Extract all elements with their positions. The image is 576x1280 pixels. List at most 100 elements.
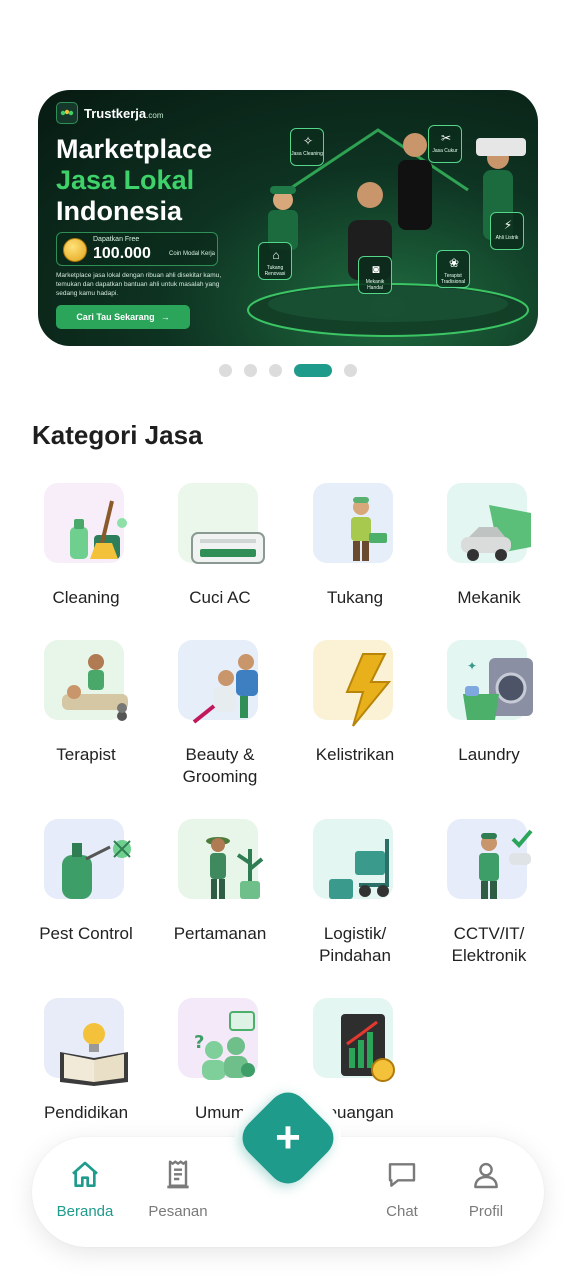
cleaning-supplies-icon	[70, 500, 127, 559]
nav-label: Beranda	[56, 1203, 114, 1220]
carousel-dot[interactable]	[219, 364, 232, 377]
category-tile	[44, 819, 131, 899]
trustkerja-logo-icon	[56, 102, 78, 124]
spray-icon: ✧	[302, 134, 314, 148]
category-cctv-it-elektronik[interactable]: CCTV/IT/ Elektronik	[422, 819, 556, 967]
category-label: Cleaning	[52, 588, 120, 607]
carousel-indicator[interactable]	[0, 364, 576, 377]
book-lightbulb-icon	[60, 1023, 128, 1086]
coin-promo: Dapatkan Free 100.000 Coin Modal Kerja	[56, 232, 218, 266]
arrow-right-icon: →	[160, 312, 170, 322]
tag-mekanik-handal: ◙ Mekanik Handal	[358, 256, 392, 294]
category-label: Terapist	[56, 745, 116, 764]
carousel-dot[interactable]	[244, 364, 257, 377]
category-label: Pendidikan	[43, 1103, 129, 1122]
banner-headline-1: Marketplace	[56, 134, 213, 164]
banner-brand: Trustkerja.com	[84, 105, 164, 121]
nav-label: Chat	[386, 1203, 418, 1220]
barber-icon	[192, 654, 258, 724]
category-tile	[313, 998, 395, 1082]
nav-label: Profil	[468, 1203, 504, 1220]
nav-item-beranda[interactable]: Beranda	[40, 1159, 130, 1220]
category-tile	[447, 819, 533, 899]
category-tile	[447, 483, 531, 563]
tag-ahli-listrik: ⚡ Ahli Listrik	[490, 212, 524, 250]
banner-logo: Trustkerja.com	[56, 102, 164, 124]
pest-sprayer-icon	[62, 840, 131, 899]
home-icon	[72, 1161, 98, 1187]
tag-tukang-renovasi: ⌂ Tukang Renovasi	[258, 242, 292, 280]
category-tile	[178, 483, 265, 564]
tag-terapist-tradisional: ❀ Terapist Tradisional	[436, 250, 470, 288]
category-pendidikan[interactable]: Pendidikan	[19, 998, 153, 1124]
category-label: Tukang	[326, 588, 384, 607]
scissors-icon: ✂	[440, 131, 452, 145]
category-laundry[interactable]: ✦ Laundry	[422, 640, 556, 766]
lightning-bolt-icon	[345, 653, 392, 727]
category-label: Mekanik	[457, 588, 521, 607]
carousel-dot-active[interactable]	[294, 364, 332, 377]
plus-icon[interactable]: +	[250, 1100, 326, 1176]
banner-headline-2: Jasa Lokal	[56, 165, 195, 195]
category-pertamanan[interactable]: Pertamanan	[153, 819, 287, 945]
house-icon: ⌂	[272, 248, 280, 262]
category-kelistrikan[interactable]: Kelistrikan	[288, 640, 422, 766]
nav-item-chat[interactable]: Chat	[357, 1159, 447, 1220]
tag-jasa-cleaning: ✧ Jasa Cleaning	[290, 128, 324, 166]
category-terapist[interactable]: Terapist	[19, 640, 153, 766]
carousel-dot[interactable]	[269, 364, 282, 377]
finance-chart-icon	[341, 1014, 395, 1082]
category-label: Pertamanan	[173, 924, 267, 943]
category-label: Cuci AC	[189, 588, 251, 607]
cta-button[interactable]: Cari Tau Sekarang →	[56, 305, 190, 329]
gardener-icon	[206, 837, 264, 899]
category-pest-control[interactable]: Pest Control	[19, 819, 153, 945]
category-tile: ?	[178, 998, 258, 1080]
category-cleaning[interactable]: Cleaning	[19, 483, 153, 609]
category-logistik-pindahan[interactable]: Logistik/ Pindahan	[288, 819, 422, 967]
bolt-icon: ⚡	[503, 218, 513, 232]
category-label: Laundry	[458, 745, 520, 764]
category-tile	[313, 819, 393, 899]
category-tile	[313, 640, 393, 727]
banner-description: Marketplace jasa lokal dengan ribuan ahl…	[56, 272, 222, 297]
category-tile	[44, 998, 128, 1086]
category-label: CCTV/IT/ Elektronik	[451, 924, 527, 965]
handyman-icon	[351, 497, 387, 561]
nav-item-pesanan[interactable]: Pesanan	[133, 1159, 223, 1220]
cctv-technician-icon	[479, 829, 533, 899]
category-label: Beauty & Grooming	[182, 745, 258, 786]
category-cuci-ac[interactable]: Cuci AC	[153, 483, 287, 609]
category-tile	[313, 483, 393, 563]
category-mekanik[interactable]: Mekanik	[422, 483, 556, 609]
hand-truck-icon	[329, 839, 389, 899]
banner-headline-3: Indonesia	[56, 196, 183, 226]
chat-icon	[388, 1163, 416, 1187]
people-chat-icon: ?	[194, 1011, 255, 1080]
air-conditioner-icon	[191, 532, 265, 564]
lotus-icon: ❀	[448, 256, 460, 270]
section-title: Kategori Jasa	[32, 420, 203, 450]
car-mechanic-icon	[461, 505, 531, 561]
nav-item-profil[interactable]: Profil	[441, 1159, 531, 1220]
category-tile	[178, 819, 264, 899]
coin-icon	[63, 238, 87, 262]
coin-label: Dapatkan Free	[93, 236, 140, 243]
carousel-dot[interactable]	[344, 364, 357, 377]
car-icon: ◙	[372, 262, 380, 276]
svg-text:✦: ✦	[467, 659, 477, 673]
cta-label: Cari Tau Sekarang	[76, 312, 155, 322]
promo-banner[interactable]: Trustkerja.com Marketplace Jasa Lokal In…	[38, 90, 538, 346]
washing-machine-icon: ✦	[463, 658, 533, 720]
receipt-icon	[167, 1160, 189, 1189]
category-beauty-grooming[interactable]: Beauty & Grooming	[153, 640, 287, 788]
coin-amount: 100.000	[93, 245, 151, 262]
category-tile: ✦	[447, 640, 533, 720]
svg-text:?: ?	[194, 1032, 204, 1053]
category-label: Pest Control	[39, 924, 133, 943]
category-label: Logistik/ Pindahan	[319, 924, 391, 965]
tag-jasa-cukur: ✂ Jasa Cukur	[428, 125, 462, 163]
massage-therapist-icon	[62, 654, 128, 721]
category-tukang[interactable]: Tukang	[288, 483, 422, 609]
coin-suffix: Coin Modal Kerja	[169, 251, 216, 257]
